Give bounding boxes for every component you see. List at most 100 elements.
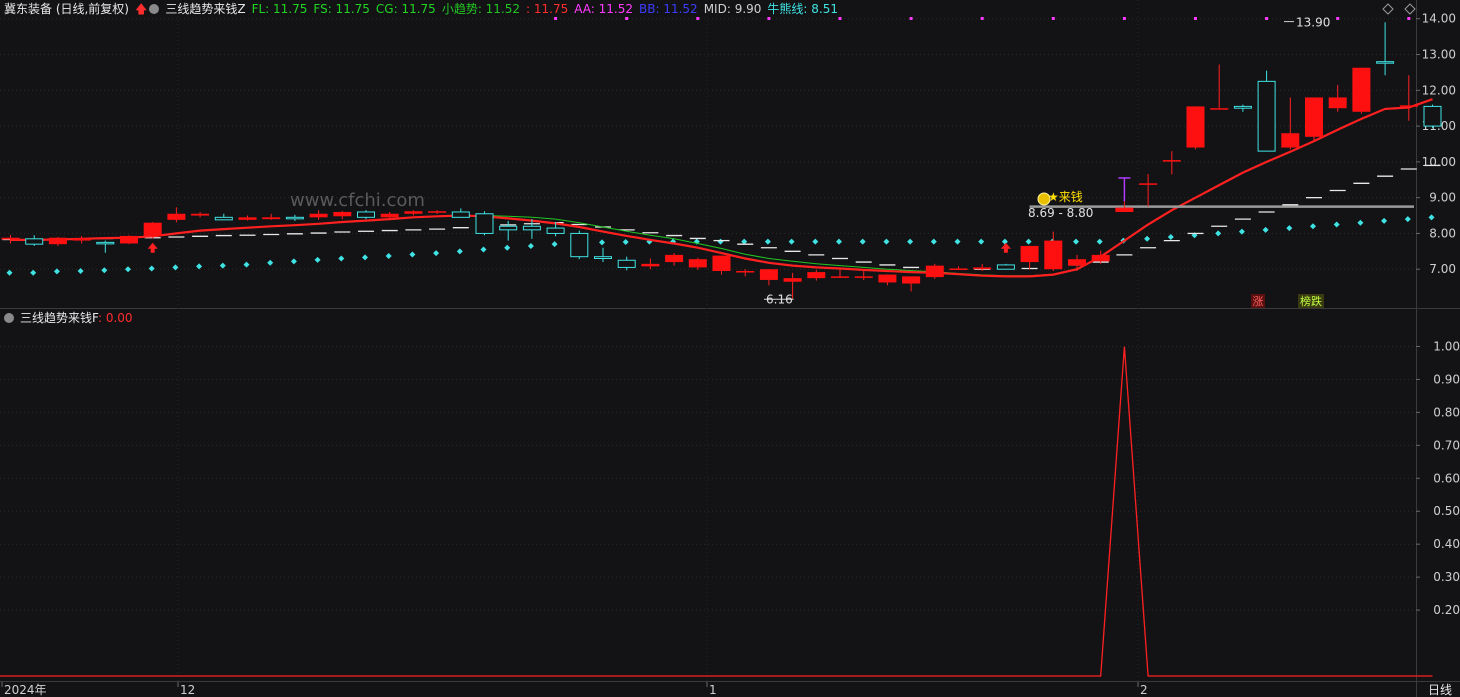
candle-body-down bbox=[499, 225, 518, 231]
sub-indicator-settings-icon[interactable] bbox=[4, 313, 14, 323]
candle-body-down bbox=[570, 232, 589, 258]
chart-canvas[interactable]: www.cfchi.com 14.00 13.00 12.00 1 1.00 10.00 9.… bbox=[0, 0, 1460, 697]
signal-dot-magenta bbox=[1265, 17, 1269, 20]
candle-body-down bbox=[475, 213, 494, 234]
candle-body-down bbox=[25, 238, 44, 245]
candle-body-up bbox=[380, 213, 399, 218]
price-tick-label: 13.00 bbox=[1422, 48, 1456, 62]
bullbear-dot bbox=[1025, 238, 1032, 245]
candle-body-up bbox=[783, 278, 802, 282]
sub-indicator-value: : 0.00 bbox=[97, 311, 133, 325]
bullbear-dot bbox=[1428, 214, 1435, 221]
price-tick-label: 12.00 bbox=[1422, 83, 1456, 97]
bullbear-dot bbox=[125, 266, 131, 273]
bullbear-dot bbox=[1001, 238, 1008, 245]
candle-body-up bbox=[1091, 254, 1110, 262]
bullbear-dot bbox=[907, 238, 914, 245]
time-tick-label: 12 bbox=[180, 683, 195, 697]
candle-body-down bbox=[214, 216, 233, 221]
price-tick-label: 10.00 bbox=[1422, 155, 1456, 169]
low-label: 6.16 bbox=[766, 292, 793, 306]
bullbear-dot bbox=[6, 269, 13, 276]
sub-indicator-name[interactable]: 三线趋势来钱F bbox=[20, 311, 98, 325]
time-tick-label: 2024年 bbox=[4, 683, 47, 697]
candle-body-up bbox=[1162, 160, 1181, 162]
candle-body-up bbox=[878, 274, 897, 283]
bullbear-dot bbox=[1333, 221, 1340, 228]
candle-body-up bbox=[712, 255, 731, 272]
bullbear-dot bbox=[836, 238, 842, 245]
stock-name[interactable]: 冀东装备 (日线,前复权) bbox=[4, 2, 129, 16]
price-tick-label: 7.00 bbox=[1429, 262, 1456, 276]
period-button[interactable]: 日线 bbox=[1428, 683, 1452, 697]
bullbear-dot bbox=[599, 239, 605, 246]
candle-body-up bbox=[854, 276, 873, 278]
indicator-value-6: BB: 11.52 bbox=[639, 2, 698, 16]
bullbear-dot bbox=[1381, 217, 1388, 224]
osc-tick-label: 0.20 bbox=[1433, 603, 1460, 617]
candle-body-up bbox=[262, 217, 281, 220]
expand-diamond-icon bbox=[1382, 3, 1394, 15]
osc-tick-label: 1.00 bbox=[1433, 339, 1460, 353]
bullbear-dot bbox=[409, 251, 416, 258]
indicator-value-7: MID: 9.90 bbox=[703, 2, 762, 16]
bullbear-dot bbox=[1286, 225, 1293, 232]
sub-header: 三线趋势来钱F: 0.00 bbox=[4, 310, 139, 326]
candle-body-down bbox=[1376, 61, 1395, 64]
candle-body-up bbox=[831, 276, 849, 278]
candle-body-down bbox=[1233, 105, 1252, 109]
candle-body-up bbox=[167, 213, 186, 220]
candle-body-up bbox=[1020, 245, 1039, 263]
signal-dot-magenta bbox=[554, 17, 558, 20]
bullbear-dot bbox=[930, 238, 937, 245]
candle-body-up bbox=[1115, 207, 1134, 212]
bullbear-dot bbox=[812, 238, 819, 245]
bullbear-dot bbox=[764, 238, 771, 245]
signal-dot-magenta bbox=[1051, 17, 1055, 20]
arrow-up-icon: 🡅 bbox=[135, 2, 148, 16]
candle-body-up bbox=[309, 213, 328, 218]
candle-body-up bbox=[1044, 240, 1063, 270]
signal-dot-magenta bbox=[838, 17, 842, 20]
bullbear-dot bbox=[978, 238, 985, 245]
osc-tick-label: 0.60 bbox=[1433, 471, 1460, 485]
bullbear-dot bbox=[1096, 238, 1103, 245]
main-header: 冀东装备 (日线,前复权) 🡅 三线趋势来钱Z FL: 11.75 FS: 11.75 C… bbox=[4, 1, 850, 17]
tag-zhang: 涨 bbox=[1253, 295, 1264, 308]
candle-body-down bbox=[451, 211, 470, 218]
candle-body-down bbox=[96, 241, 115, 245]
signal-dot-magenta bbox=[625, 17, 629, 20]
bullbear-dot bbox=[527, 242, 534, 249]
osc-tick-label: 0.30 bbox=[1433, 570, 1460, 584]
indicator-name[interactable]: 三线趋势来钱Z bbox=[165, 2, 245, 16]
indicator-value-2: CG: 11.75 bbox=[375, 2, 436, 16]
candle-body-up bbox=[902, 276, 921, 284]
candle-body-up bbox=[973, 267, 992, 270]
time-tick-label: 2 bbox=[1140, 683, 1148, 697]
indicator-value-1: FS: 11.75 bbox=[313, 2, 370, 16]
osc-tick-label: 0.80 bbox=[1433, 405, 1460, 419]
bullbear-dot bbox=[1073, 238, 1079, 245]
signal-dot-magenta bbox=[767, 17, 771, 20]
bullbear-dot bbox=[267, 259, 274, 266]
signal-dot-magenta bbox=[1194, 17, 1197, 20]
price-tick-label: 9.00 bbox=[1429, 191, 1456, 205]
osc-tick-label: 0.90 bbox=[1433, 372, 1460, 386]
candle-body-up bbox=[191, 213, 210, 216]
candle-body-up bbox=[665, 254, 684, 263]
candle-body-up bbox=[1328, 97, 1347, 109]
bullbear-dot bbox=[77, 268, 84, 275]
bullbear-dot bbox=[1144, 235, 1151, 242]
candle-body-up bbox=[143, 222, 162, 236]
candle-body-up bbox=[120, 235, 138, 244]
buy-arrow-icon bbox=[1000, 242, 1011, 253]
candle-body-up bbox=[688, 259, 707, 268]
candle-body-up bbox=[1305, 97, 1323, 137]
candle-body-down bbox=[617, 259, 636, 268]
bullbear-dot bbox=[433, 250, 440, 257]
bullbear-dot bbox=[1262, 226, 1269, 233]
indicator-settings-icon[interactable] bbox=[149, 4, 160, 14]
candle-body-up bbox=[1186, 106, 1205, 148]
collapse-diamond-icon bbox=[1404, 3, 1416, 15]
tag-die: 榜跌 bbox=[1300, 294, 1322, 308]
